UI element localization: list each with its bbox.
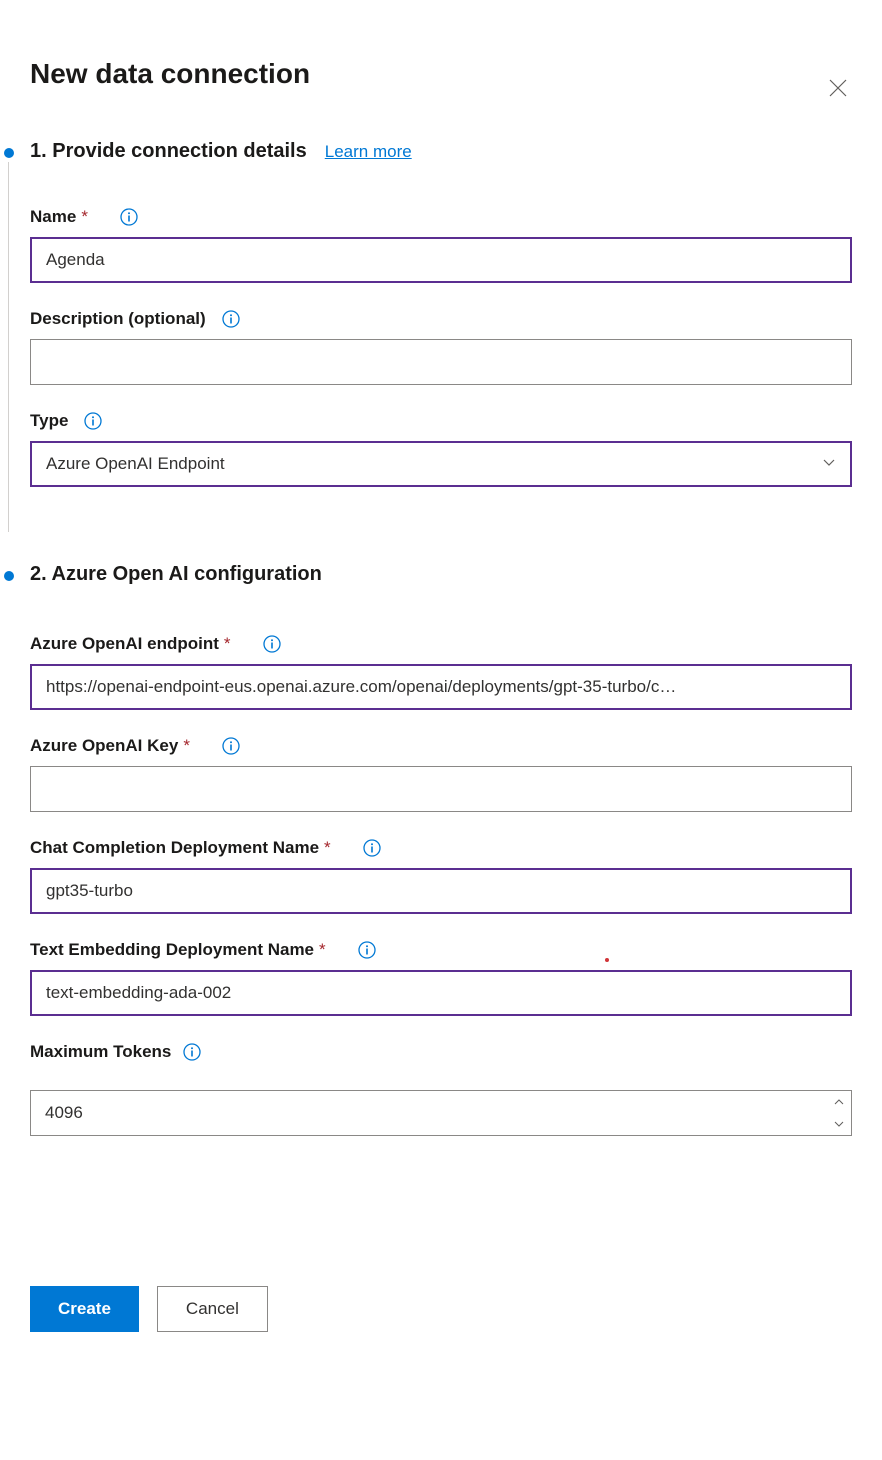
- embedding-deployment-input[interactable]: [30, 970, 852, 1016]
- endpoint-label: Azure OpenAI endpoint: [30, 634, 219, 654]
- step-connector-line: [8, 162, 9, 532]
- chevron-up-icon: [834, 1099, 844, 1105]
- max-tokens-input[interactable]: [30, 1090, 852, 1136]
- step-2-title: 2. Azure Open AI configuration: [30, 563, 322, 586]
- step-1-title: 1. Provide connection details: [30, 140, 307, 163]
- key-input[interactable]: [30, 766, 852, 812]
- type-label: Type: [30, 411, 68, 431]
- type-select[interactable]: Azure OpenAI Endpoint: [30, 441, 852, 487]
- chat-deployment-input[interactable]: [30, 868, 852, 914]
- chevron-down-icon: [822, 454, 836, 474]
- cancel-button[interactable]: Cancel: [157, 1286, 268, 1332]
- step-2: 2. Azure Open AI configuration Azure Ope…: [30, 563, 852, 1136]
- step-dot-icon: [4, 571, 14, 581]
- chevron-down-icon: [834, 1121, 844, 1127]
- info-icon[interactable]: [183, 1043, 201, 1061]
- learn-more-link[interactable]: Learn more: [325, 142, 412, 162]
- info-icon[interactable]: [222, 310, 240, 328]
- step-1: 1. Provide connection details Learn more…: [30, 140, 852, 487]
- info-icon[interactable]: [120, 208, 138, 226]
- description-label: Description (optional): [30, 309, 206, 329]
- spinner-up-button[interactable]: [827, 1091, 851, 1113]
- info-icon[interactable]: [222, 737, 240, 755]
- key-label: Azure OpenAI Key: [30, 736, 178, 756]
- info-icon[interactable]: [358, 941, 376, 959]
- close-icon: [829, 79, 847, 97]
- required-indicator: *: [224, 634, 231, 654]
- close-button[interactable]: [826, 76, 850, 100]
- type-select-value: Azure OpenAI Endpoint: [46, 454, 225, 474]
- embedding-deployment-label: Text Embedding Deployment Name: [30, 940, 314, 960]
- required-indicator: *: [183, 736, 190, 756]
- page-title: New data connection: [30, 58, 852, 90]
- info-icon[interactable]: [84, 412, 102, 430]
- max-tokens-label: Maximum Tokens: [30, 1042, 171, 1062]
- create-button[interactable]: Create: [30, 1286, 139, 1332]
- required-indicator: *: [319, 940, 326, 960]
- description-input[interactable]: [30, 339, 852, 385]
- info-icon[interactable]: [363, 839, 381, 857]
- required-indicator: *: [81, 207, 88, 227]
- name-label: Name: [30, 207, 76, 227]
- info-icon[interactable]: [263, 635, 281, 653]
- spinner-down-button[interactable]: [827, 1113, 851, 1135]
- name-input[interactable]: [30, 237, 852, 283]
- required-indicator: *: [324, 838, 331, 858]
- red-dot-indicator: [605, 958, 609, 962]
- endpoint-input[interactable]: [30, 664, 852, 710]
- chat-deployment-label: Chat Completion Deployment Name: [30, 838, 319, 858]
- step-dot-icon: [4, 148, 14, 158]
